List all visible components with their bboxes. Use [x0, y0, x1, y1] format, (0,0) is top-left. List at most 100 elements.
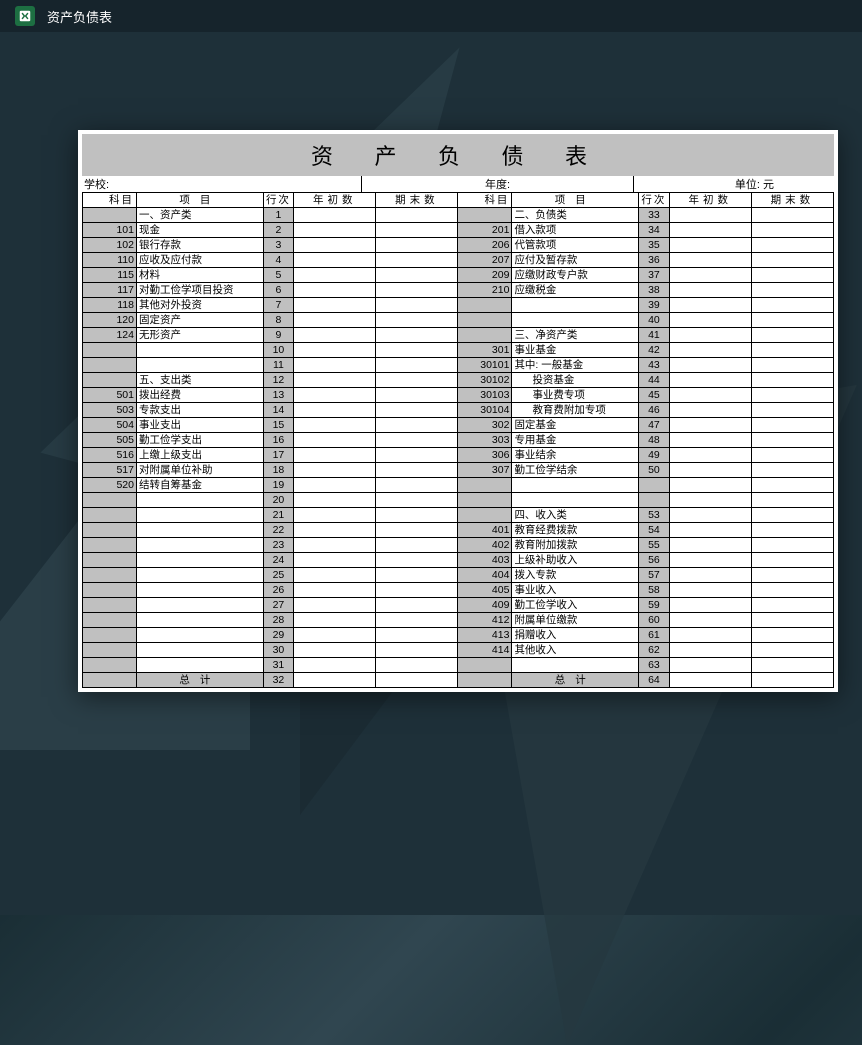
cell-xm-l[interactable]: [136, 613, 263, 628]
cell-ncs-l[interactable]: [294, 418, 376, 433]
cell-ncs-l[interactable]: [294, 433, 376, 448]
cell-km-r[interactable]: 301: [458, 343, 512, 358]
cell-xm-l[interactable]: 勤工俭学支出: [136, 433, 263, 448]
cell-ncs-r[interactable]: [669, 643, 751, 658]
cell-km-l[interactable]: [83, 508, 137, 523]
cell-xm-r[interactable]: 代管款项: [512, 238, 639, 253]
cell-km-l[interactable]: [83, 598, 137, 613]
cell-qms-r[interactable]: [751, 358, 833, 373]
cell-km-r[interactable]: [458, 493, 512, 508]
cell-xm-l[interactable]: [136, 553, 263, 568]
cell-ncs-r[interactable]: [669, 388, 751, 403]
cell-qms-r[interactable]: [751, 388, 833, 403]
cell-xm-l[interactable]: 固定资产: [136, 313, 263, 328]
cell-qms-r[interactable]: [751, 523, 833, 538]
cell-ncs-r[interactable]: [669, 283, 751, 298]
cell-km-l[interactable]: 504: [83, 418, 137, 433]
cell-xm-l[interactable]: 一、资产类: [136, 208, 263, 223]
cell-ncs-r[interactable]: [669, 358, 751, 373]
cell-ncs-r[interactable]: [669, 598, 751, 613]
cell-xm-r[interactable]: [512, 298, 639, 313]
cell-xm-r[interactable]: 其他收入: [512, 643, 639, 658]
cell-xm-r[interactable]: 事业结余: [512, 448, 639, 463]
cell-ncs-r[interactable]: [669, 553, 751, 568]
cell-xm-r[interactable]: [512, 313, 639, 328]
cell-ncs-r[interactable]: [669, 448, 751, 463]
cell-qms-r[interactable]: [751, 268, 833, 283]
cell-qms-r[interactable]: [751, 313, 833, 328]
cell-qms-r[interactable]: [751, 568, 833, 583]
cell-ncs-l[interactable]: [294, 253, 376, 268]
cell-qms-l[interactable]: [376, 373, 458, 388]
cell-qms-l[interactable]: [376, 478, 458, 493]
cell-km-r[interactable]: 201: [458, 223, 512, 238]
cell-qms-l[interactable]: [376, 658, 458, 673]
cell-qms-l[interactable]: [376, 598, 458, 613]
cell-qms-r[interactable]: [751, 553, 833, 568]
cell-qms-l[interactable]: [376, 538, 458, 553]
cell-ncs-r[interactable]: [669, 328, 751, 343]
cell-km-r[interactable]: 307: [458, 463, 512, 478]
cell-xm-l[interactable]: [136, 508, 263, 523]
cell-qms-r[interactable]: [751, 628, 833, 643]
cell-km-l[interactable]: [83, 613, 137, 628]
cell-km-l[interactable]: 102: [83, 238, 137, 253]
cell-ncs-l[interactable]: [294, 628, 376, 643]
cell-qms-r[interactable]: [751, 433, 833, 448]
cell-qms-r[interactable]: [751, 538, 833, 553]
cell-ncs-l[interactable]: [294, 673, 376, 688]
cell-qms-l[interactable]: [376, 613, 458, 628]
cell-km-r[interactable]: 414: [458, 643, 512, 658]
cell-ncs-r[interactable]: [669, 403, 751, 418]
cell-ncs-r[interactable]: [669, 268, 751, 283]
cell-km-l[interactable]: [83, 583, 137, 598]
cell-km-r[interactable]: 206: [458, 238, 512, 253]
cell-km-l[interactable]: 516: [83, 448, 137, 463]
cell-xm-r[interactable]: 三、净资产类: [512, 328, 639, 343]
cell-ncs-r[interactable]: [669, 343, 751, 358]
cell-qms-l[interactable]: [376, 418, 458, 433]
cell-xm-l[interactable]: 无形资产: [136, 328, 263, 343]
cell-qms-r[interactable]: [751, 583, 833, 598]
cell-ncs-l[interactable]: [294, 643, 376, 658]
cell-qms-r[interactable]: [751, 298, 833, 313]
cell-ncs-r[interactable]: [669, 538, 751, 553]
cell-qms-r[interactable]: [751, 598, 833, 613]
cell-km-r[interactable]: 403: [458, 553, 512, 568]
cell-xm-r[interactable]: [512, 658, 639, 673]
cell-qms-l[interactable]: [376, 628, 458, 643]
cell-km-r[interactable]: 209: [458, 268, 512, 283]
cell-ncs-l[interactable]: [294, 298, 376, 313]
cell-xm-l[interactable]: [136, 658, 263, 673]
cell-ncs-r[interactable]: [669, 223, 751, 238]
cell-km-l[interactable]: 517: [83, 463, 137, 478]
cell-qms-l[interactable]: [376, 298, 458, 313]
cell-qms-l[interactable]: [376, 343, 458, 358]
cell-km-r[interactable]: 402: [458, 538, 512, 553]
cell-ncs-r[interactable]: [669, 568, 751, 583]
cell-xm-r[interactable]: 应缴财政专户款: [512, 268, 639, 283]
cell-km-l[interactable]: [83, 568, 137, 583]
cell-qms-r[interactable]: [751, 673, 833, 688]
cell-ncs-r[interactable]: [669, 298, 751, 313]
cell-ncs-r[interactable]: [669, 418, 751, 433]
cell-ncs-r[interactable]: [669, 523, 751, 538]
cell-qms-r[interactable]: [751, 478, 833, 493]
cell-km-r[interactable]: 412: [458, 613, 512, 628]
cell-km-l[interactable]: [83, 553, 137, 568]
cell-xm-r[interactable]: 应缴税金: [512, 283, 639, 298]
cell-xm-r[interactable]: 上级补助收入: [512, 553, 639, 568]
cell-km-r[interactable]: 409: [458, 598, 512, 613]
cell-ncs-r[interactable]: [669, 583, 751, 598]
cell-ncs-l[interactable]: [294, 658, 376, 673]
cell-xm-l[interactable]: 对勤工俭学项目投资: [136, 283, 263, 298]
cell-km-l[interactable]: 110: [83, 253, 137, 268]
cell-xm-r[interactable]: 应付及暂存款: [512, 253, 639, 268]
cell-qms-l[interactable]: [376, 463, 458, 478]
cell-xm-l[interactable]: 专款支出: [136, 403, 263, 418]
cell-qms-l[interactable]: [376, 553, 458, 568]
cell-km-l[interactable]: 124: [83, 328, 137, 343]
cell-km-r[interactable]: 210: [458, 283, 512, 298]
cell-qms-l[interactable]: [376, 643, 458, 658]
cell-ncs-r[interactable]: [669, 673, 751, 688]
